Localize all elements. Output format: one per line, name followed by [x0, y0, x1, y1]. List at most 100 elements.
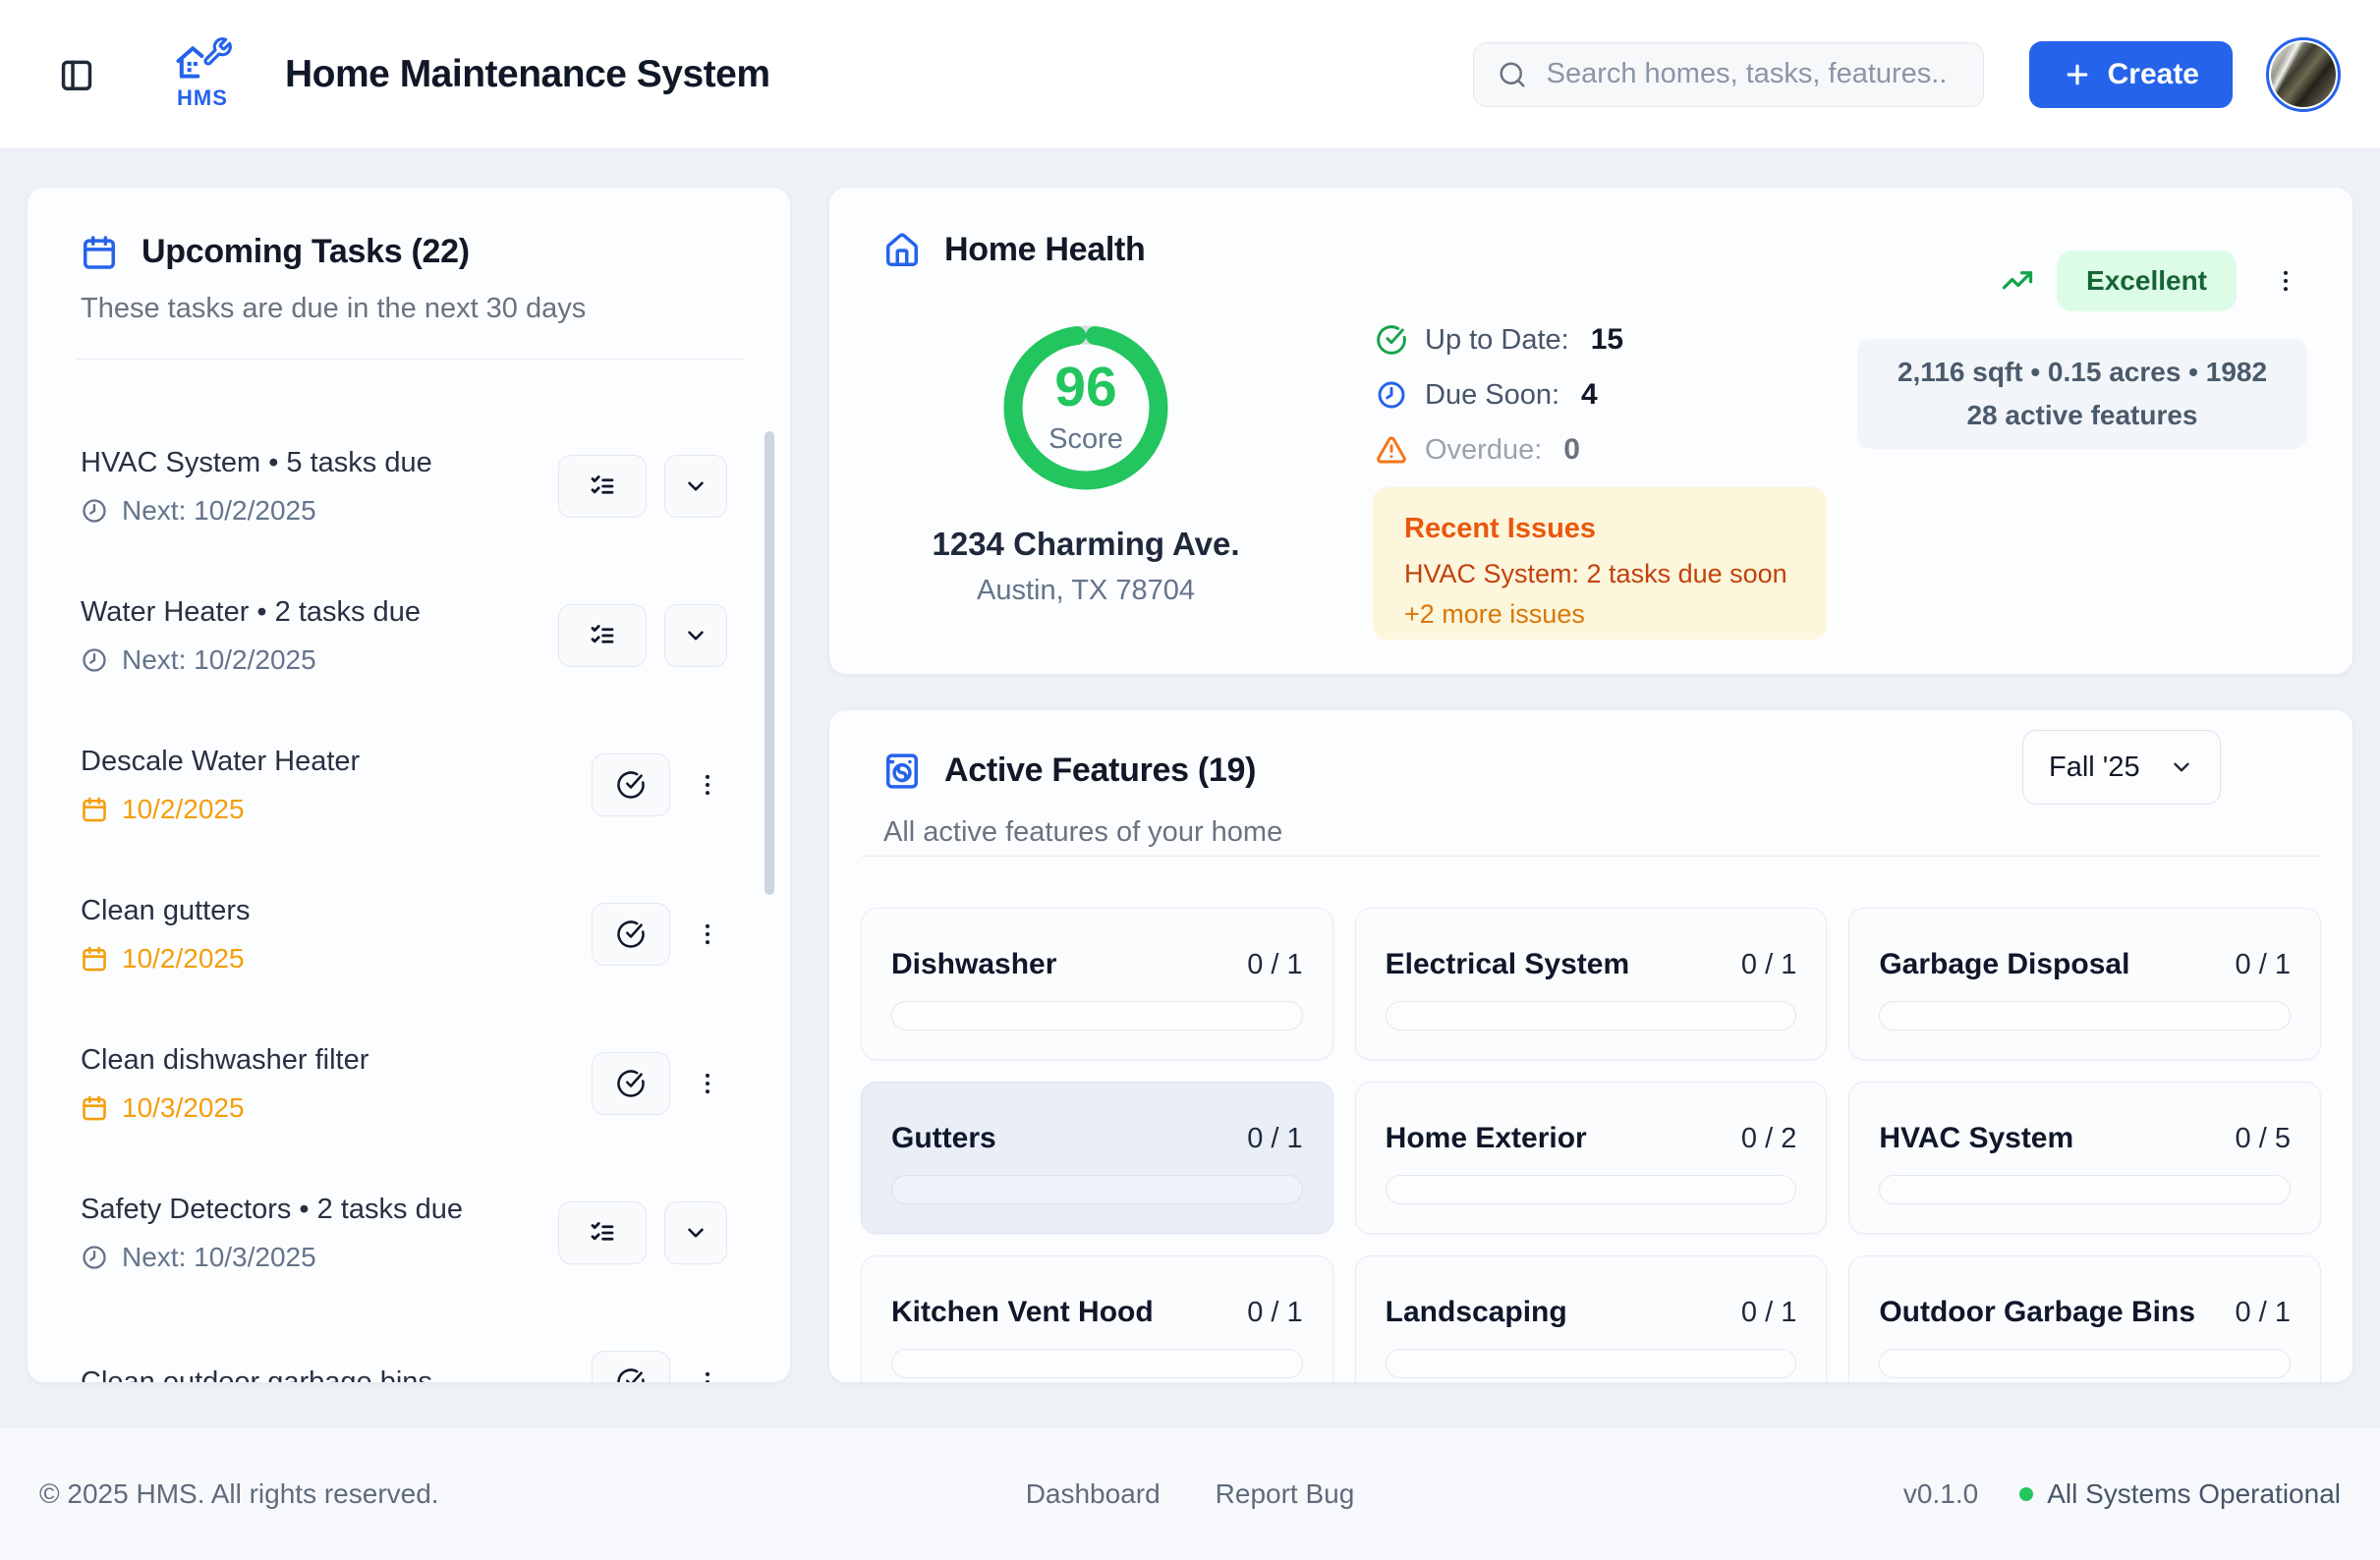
calendar-icon — [81, 945, 108, 973]
recent-issue-item: HVAC System: 2 tasks due soon — [1404, 559, 1795, 589]
feature-progress-bar — [891, 1175, 1303, 1204]
stat-label: Due Soon: — [1425, 379, 1559, 412]
health-stats: Up to Date: 15 Due Soon: 4 — [1376, 323, 1623, 488]
task-title: Descale Water Heater — [81, 746, 360, 778]
complete-task-button[interactable] — [592, 1351, 670, 1382]
feature-name: Home Exterior — [1386, 1122, 1587, 1155]
property-info-box: 2,116 sqft • 0.15 acres • 1982 28 active… — [1857, 339, 2307, 449]
season-filter-select[interactable]: Fall '25 — [2022, 730, 2221, 805]
task-menu-button[interactable] — [688, 753, 727, 816]
task-title: HVAC System • 5 tasks due — [81, 447, 432, 479]
wrench-icon — [201, 36, 233, 68]
feature-card[interactable]: Gutters 0 / 1 — [861, 1082, 1333, 1234]
health-menu-button[interactable] — [2264, 267, 2307, 295]
task-menu-button[interactable] — [688, 1351, 727, 1382]
create-button-label: Create — [2108, 58, 2199, 91]
stat-label: Up to Date: — [1425, 324, 1569, 357]
stat-value: 0 — [1563, 433, 1580, 467]
create-button[interactable]: Create — [2029, 41, 2233, 108]
footer-link[interactable]: Dashboard — [1026, 1478, 1161, 1510]
feature-progress-count: 0 / 1 — [1247, 1123, 1302, 1155]
divider — [861, 856, 2321, 857]
feature-card[interactable]: Landscaping 0 / 1 — [1355, 1255, 1828, 1383]
feature-name: Garbage Disposal — [1879, 948, 2129, 981]
app-header: HMS Home Maintenance System Create — [0, 0, 2380, 149]
kebab-icon — [694, 1070, 721, 1097]
feature-card[interactable]: Outdoor Garbage Bins 0 / 1 — [1848, 1255, 2321, 1383]
complete-task-button[interactable] — [592, 1052, 670, 1115]
panel-left-icon — [58, 56, 95, 93]
health-stat-row: Overdue: 0 — [1376, 433, 1623, 467]
open-checklist-button[interactable] — [558, 1201, 647, 1264]
feature-progress-bar — [1386, 1349, 1797, 1378]
sidebar-toggle-button[interactable] — [49, 47, 104, 102]
recent-issues-box: Recent Issues HVAC System: 2 tasks due s… — [1373, 487, 1827, 640]
feature-progress-bar — [1386, 1001, 1797, 1031]
list-checks-icon — [588, 621, 617, 650]
feature-progress-count: 0 / 1 — [1247, 949, 1302, 981]
copyright-text: © 2025 HMS. All rights reserved. — [39, 1478, 439, 1510]
search-input-wrap[interactable] — [1473, 42, 1984, 107]
footer-link[interactable]: Report Bug — [1216, 1478, 1355, 1510]
status-dot-icon — [2019, 1487, 2033, 1501]
logo-text: HMS — [177, 85, 228, 111]
expand-group-button[interactable] — [664, 455, 727, 518]
feature-card[interactable]: Dishwasher 0 / 1 — [861, 908, 1333, 1060]
expand-group-button[interactable] — [664, 1201, 727, 1264]
app-footer: © 2025 HMS. All rights reserved. Dashboa… — [0, 1426, 2380, 1560]
task-next-date: Next: 10/2/2025 — [81, 644, 421, 676]
active-features-card: Active Features (19) All active features… — [828, 709, 2353, 1383]
task-list: HVAC System • 5 tasks due Next: 10/2/202… — [28, 384, 790, 1382]
hms-logo-icon — [172, 38, 233, 84]
home-address: 1234 Charming Ave. — [865, 526, 1307, 563]
feature-card[interactable]: Kitchen Vent Hood 0 / 1 — [861, 1255, 1333, 1383]
circle-check-icon — [616, 1367, 646, 1382]
feature-name: Outdoor Garbage Bins — [1879, 1296, 2195, 1329]
feature-progress-count: 0 / 1 — [1741, 1297, 1796, 1329]
task-due-date: 10/2/2025 — [81, 794, 360, 825]
task-due-date: 10/3/2025 — [81, 1092, 368, 1124]
task-menu-button[interactable] — [688, 1052, 727, 1115]
home-icon — [883, 232, 921, 269]
task-due-date: 10/2/2025 — [81, 943, 251, 975]
task-next-date: Next: 10/2/2025 — [81, 495, 432, 527]
expand-group-button[interactable] — [664, 604, 727, 667]
footer-links: Dashboard Report Bug — [1026, 1478, 1355, 1510]
chevron-down-icon — [683, 623, 708, 648]
task-list-scrollbar[interactable] — [765, 431, 774, 895]
feature-progress-bar — [1386, 1175, 1797, 1204]
check-circle-icon — [1376, 324, 1407, 356]
open-checklist-button[interactable] — [558, 455, 647, 518]
property-feature-count: 28 active features — [1966, 400, 2197, 431]
health-score-ring: 96 Score — [997, 317, 1174, 498]
task-list-item: HVAC System • 5 tasks due Next: 10/2/202… — [81, 412, 727, 561]
open-checklist-button[interactable] — [558, 604, 647, 667]
list-checks-icon — [588, 1218, 617, 1248]
feature-card[interactable]: Garbage Disposal 0 / 1 — [1848, 908, 2321, 1060]
health-score-label: Score — [1048, 423, 1123, 456]
calendar-icon — [81, 1094, 108, 1122]
complete-task-button[interactable] — [592, 903, 670, 966]
task-list-item: Water Heater • 2 tasks due Next: 10/2/20… — [81, 561, 727, 710]
more-issues-link[interactable]: +2 more issues — [1404, 599, 1795, 630]
feature-name: Landscaping — [1386, 1296, 1567, 1329]
page-title: Home Maintenance System — [285, 53, 770, 96]
feature-card[interactable]: Home Exterior 0 / 2 — [1355, 1082, 1828, 1234]
health-stat-row: Up to Date: 15 — [1376, 323, 1623, 357]
feature-progress-count: 0 / 5 — [2236, 1123, 2291, 1155]
task-menu-button[interactable] — [688, 903, 727, 966]
stat-value: 15 — [1591, 323, 1623, 357]
task-list-item: Safety Detectors • 2 tasks due Next: 10/… — [81, 1158, 727, 1308]
health-stat-row: Due Soon: 4 — [1376, 378, 1623, 412]
circle-check-icon — [616, 770, 646, 800]
avatar[interactable] — [2266, 37, 2341, 112]
chevron-down-icon — [683, 1220, 708, 1246]
search-input[interactable] — [1545, 57, 1959, 91]
feature-card[interactable]: Electrical System 0 / 1 — [1355, 908, 1828, 1060]
app-logo[interactable]: HMS — [161, 38, 244, 111]
task-title: Clean outdoor garbage bins — [81, 1366, 432, 1383]
complete-task-button[interactable] — [592, 753, 670, 816]
calendar-icon — [81, 796, 108, 823]
feature-card[interactable]: HVAC System 0 / 5 — [1848, 1082, 2321, 1234]
feature-progress-bar — [891, 1349, 1303, 1378]
